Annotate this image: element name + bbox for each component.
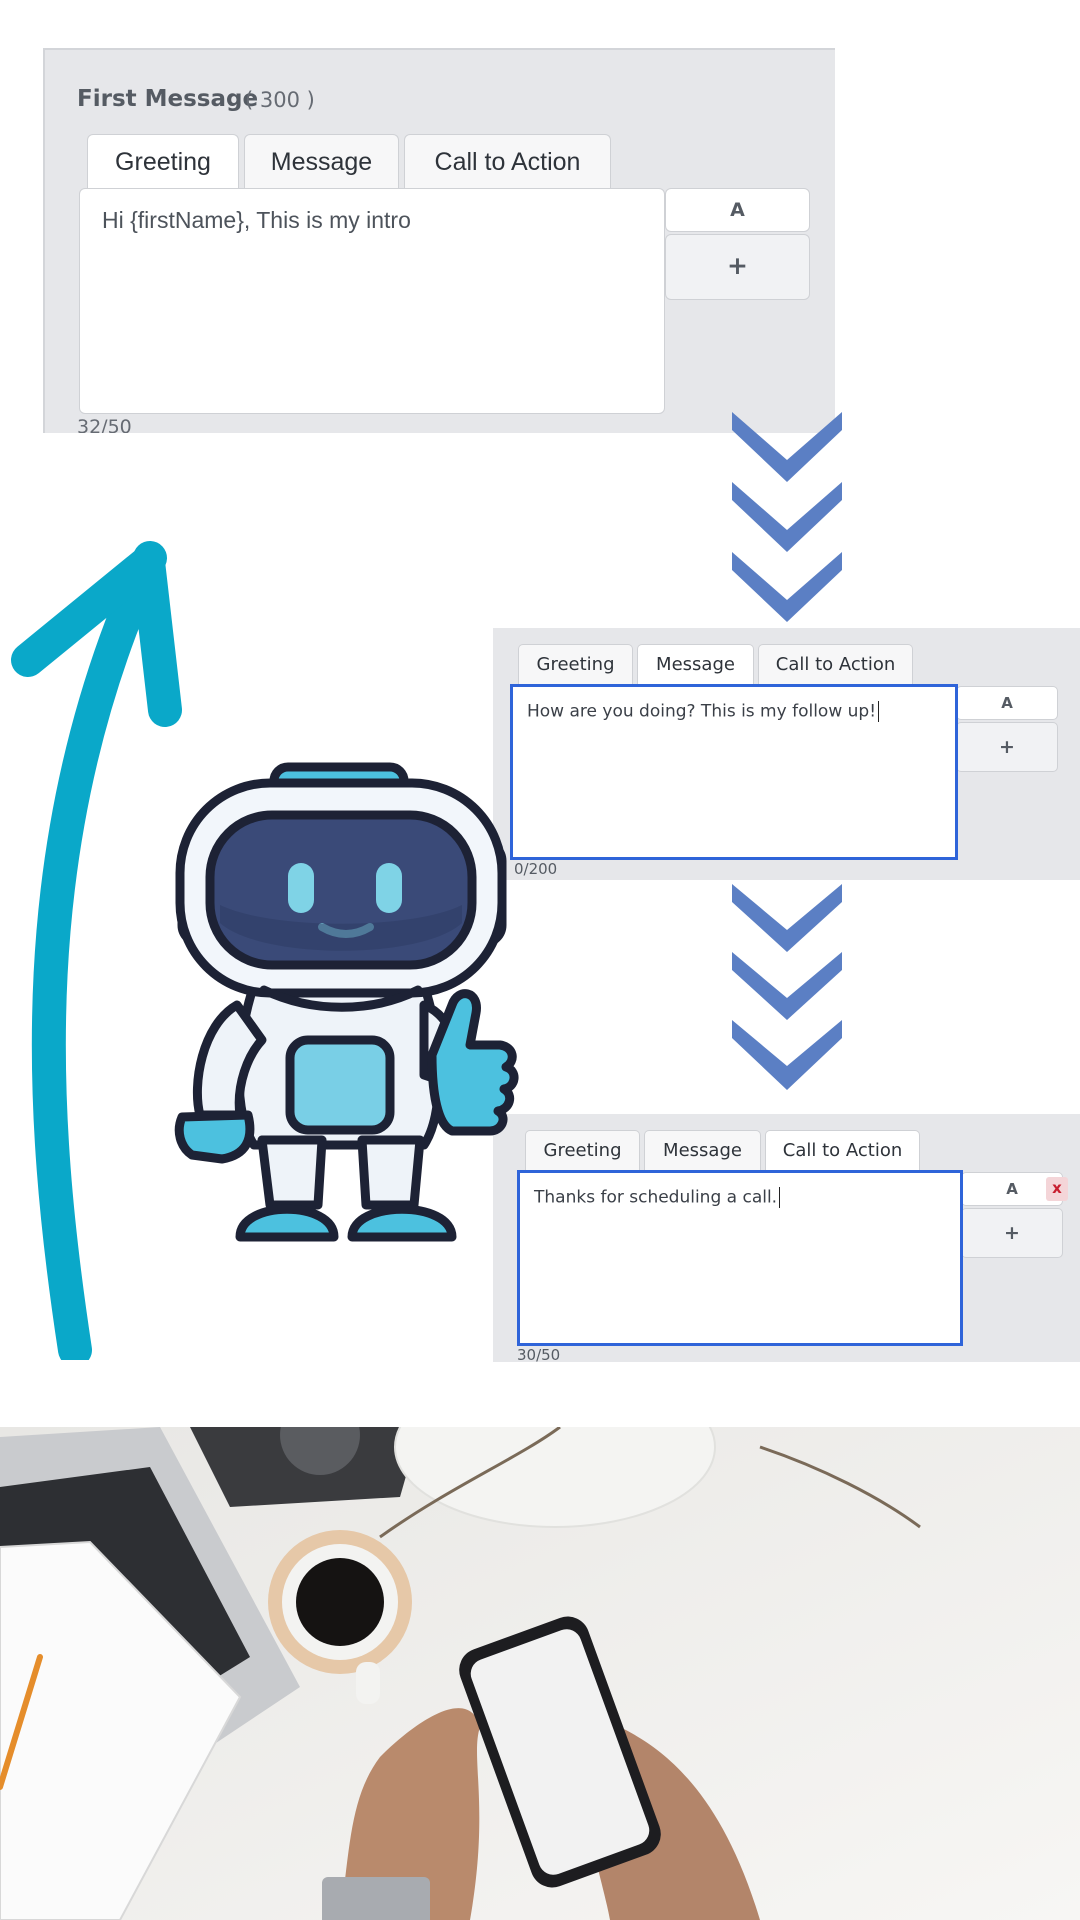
tab-call-to-action[interactable]: Call to Action [765,1130,920,1170]
chevron-group-2 [732,884,842,1090]
tab-call-to-action[interactable]: Call to Action [404,134,611,188]
robot-leg-right [357,1135,425,1210]
tab-call-to-action[interactable]: Call to Action [758,644,913,684]
variant-a-button[interactable]: A [665,188,810,232]
cup-handle [356,1662,380,1704]
chevron-down-icon [732,412,842,482]
robot-eye-left [288,863,314,913]
robot-hand-left [174,1110,255,1164]
robot-chest-panel [285,1035,395,1135]
desk-phone-photo [0,1427,1080,1920]
add-variant-button[interactable]: + [961,1208,1063,1258]
character-limit: ( 300 ) [245,88,315,112]
coffee [296,1558,384,1646]
add-variant-button[interactable]: + [956,722,1058,772]
variant-a-button[interactable]: A [956,686,1058,720]
variant-a-label: A [1006,1180,1018,1198]
message-text: Hi {firstName}, This is my intro [102,207,411,233]
message-text: How are you doing? This is my follow up! [527,701,877,722]
chevron-down-icon [732,952,842,1020]
robot-illustration [174,762,519,1242]
text-cursor [878,701,880,722]
robot-leg-left [257,1135,327,1210]
tab-message[interactable]: Message [637,644,754,684]
character-counter: 30/50 [517,1346,561,1362]
tab-message[interactable]: Message [244,134,399,188]
character-counter: 32/50 [77,416,132,433]
add-variant-button[interactable]: + [665,234,810,300]
tab-greeting[interactable]: Greeting [87,134,239,188]
text-cursor [779,1187,781,1208]
watch [322,1877,430,1920]
chevron-down-icon [732,552,842,622]
robot-foot-right [347,1204,457,1242]
chevron-down-icon [732,482,842,552]
message-textarea[interactable]: Hi {firstName}, This is my intro [79,188,665,414]
robot-eye-right [376,863,402,913]
message-textarea[interactable]: Thanks for scheduling a call. [517,1170,963,1346]
message-text-wrap: How are you doing? This is my follow up! [527,701,880,722]
panel-title: First Message [77,86,259,112]
tab-greeting[interactable]: Greeting [518,644,633,684]
desk-photo-illustration [0,1427,1080,1920]
robot-hand-right [427,989,519,1136]
chevron-down-icon [732,884,842,952]
tab-message[interactable]: Message [644,1130,761,1170]
first-message-panel: First Message ( 300 ) Greeting Message C… [43,48,835,433]
chevron-group-1 [732,412,842,622]
chevron-down-icon [732,1020,842,1090]
robot-foot-left [235,1204,339,1242]
close-icon[interactable]: x [1046,1177,1068,1201]
